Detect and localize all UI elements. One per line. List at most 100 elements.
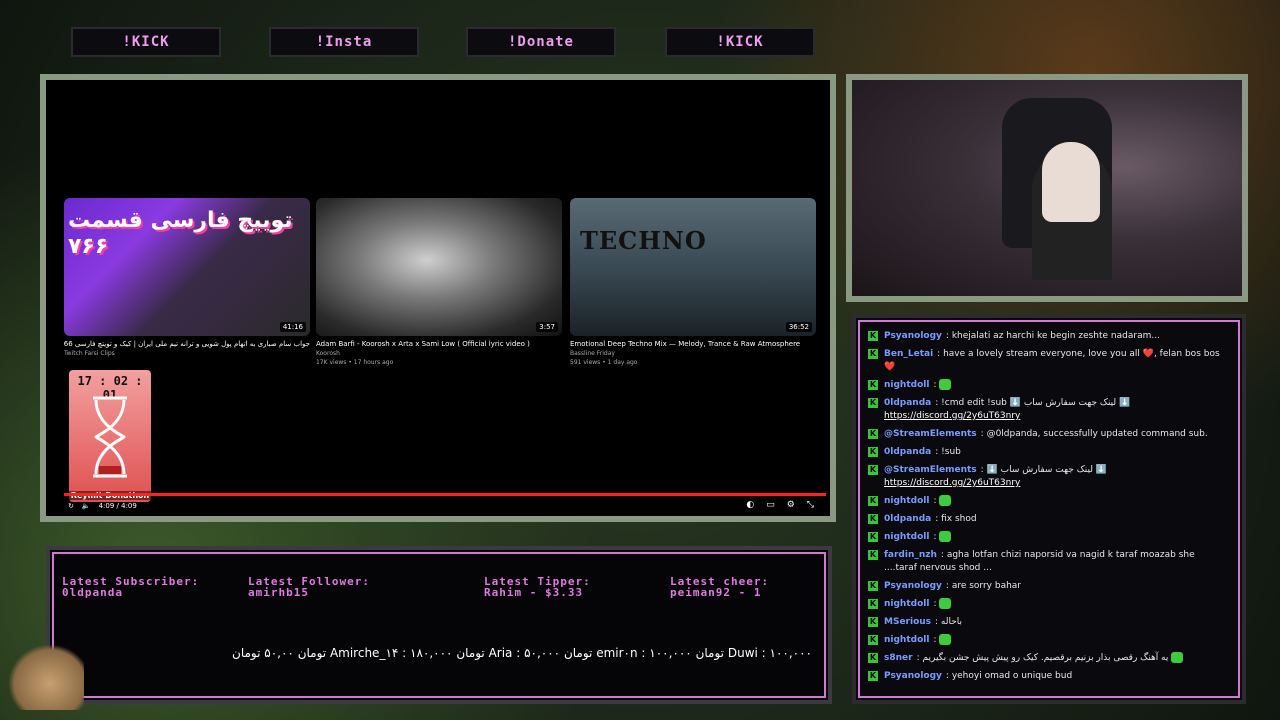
stream-info-panel: Latest Subscriber: 0ldpanda Latest Follo…: [46, 546, 832, 704]
kick-badge-icon: K: [868, 331, 878, 341]
chat-text: @0ldpanda, successfully updated command …: [986, 429, 1208, 439]
webcam-feed: [846, 74, 1248, 302]
chat-link[interactable]: https://discord.gg/2y6uT63nry: [884, 478, 1020, 488]
chat-message: Kfardin_nzh: agha lotfan chizi naporsid …: [868, 550, 1195, 573]
chat-username[interactable]: MSerious: [884, 617, 931, 627]
chat-message: K Psyanology: khejalati az harchi ke begi…: [868, 331, 1160, 341]
kick-badge-icon: K: [868, 617, 878, 627]
video-surface[interactable]: توییچ فارسی قسمت ۷۶۶ 41:16 جواب سام صبار…: [46, 80, 830, 516]
emote-icon: [939, 379, 952, 390]
chat-username[interactable]: nightdoll: [884, 635, 929, 645]
chat-username[interactable]: 0ldpanda: [884, 447, 931, 457]
donation-ticker: Duwi : ۱۰۰,۰۰۰ تومان emir۰n : ۱۰۰,۰۰۰ تو…: [232, 646, 812, 660]
player-controls-right: ◐ ▭ ⚙ ⤡: [746, 500, 814, 510]
chat-text: yehoyi omad o unique bud: [951, 671, 1073, 681]
recommended-video-2[interactable]: 3:57 Adam Barfi - Koorosh x Arta x Sami …: [316, 198, 562, 367]
kick-badge-icon: K: [868, 398, 878, 408]
video-title[interactable]: Adam Barfi - Koorosh x Arta x Sami Low (…: [316, 340, 562, 349]
kick-badge-icon: K: [868, 429, 878, 439]
hourglass-icon: [93, 396, 127, 478]
nav-kick-button[interactable]: !KICK: [71, 27, 221, 57]
chat-username[interactable]: nightdoll: [884, 496, 929, 506]
chat-username[interactable]: nightdoll: [884, 532, 929, 542]
chat-text: are sorry bahar: [951, 581, 1021, 591]
chat-panel: K Psyanology: khejalati az harchi ke begi…: [852, 314, 1246, 704]
chat-message: K @StreamElements: @0ldpanda, successfull…: [868, 429, 1208, 439]
replay-icon[interactable]: ↻: [68, 502, 74, 510]
chat-text: یه آهنگ رقصی بذار بزنیم برقصیم. کیک رو پ…: [922, 653, 1169, 663]
kick-badge-icon: K: [868, 653, 878, 663]
emote-icon: [1171, 652, 1184, 663]
kick-badge-icon: K: [868, 496, 878, 506]
emote-icon: [939, 531, 952, 542]
kick-badge-icon: K: [868, 380, 878, 390]
thumbnail-overlay-text: TECHNO: [580, 226, 707, 255]
time-display: 4:09 / 4:09: [98, 502, 137, 510]
video-channel: Twitch Farsi Clips: [64, 350, 115, 357]
chat-username[interactable]: nightdoll: [884, 599, 929, 609]
kick-badge-icon: K: [868, 635, 878, 645]
latest-tipper: Latest Tipper: Rahim - $3.33: [484, 575, 591, 599]
latest-subscriber: Latest Subscriber: 0ldpanda: [62, 575, 200, 599]
autoplay-toggle-icon[interactable]: ◐: [746, 500, 754, 510]
nav-kick-button-2[interactable]: !KICK: [665, 27, 815, 57]
chat-message: Knightdoll:: [868, 531, 1230, 544]
streamer-hair: [1042, 142, 1100, 222]
kick-badge-icon: K: [868, 465, 878, 475]
donathon-timer: 17 : 02 : 01 Reymit Donathon: [69, 370, 151, 502]
chat-message: K 0ldpanda: fix shod: [868, 514, 977, 524]
chat-username[interactable]: Psyanology: [884, 331, 942, 341]
chat-message: Knightdoll:: [868, 495, 1230, 508]
chat-username[interactable]: Psyanology: [884, 581, 942, 591]
chat-message: Knightdoll:: [868, 379, 1230, 392]
chat-text: fix shod: [941, 514, 977, 524]
video-meta: 591 views • 1 day ago: [570, 359, 638, 366]
volume-icon[interactable]: 🔈: [82, 502, 91, 510]
video-thumbnail[interactable]: 3:57: [316, 198, 562, 336]
chat-username[interactable]: nightdoll: [884, 380, 929, 390]
kick-badge-icon: K: [868, 349, 878, 359]
chat-message: Ks8ner: یه آهنگ رقصی بذار بزنیم برقصیم. …: [868, 652, 1230, 665]
settings-icon[interactable]: ⚙: [787, 500, 795, 510]
chat-link[interactable]: https://discord.gg/2y6uT63nry: [884, 411, 1020, 421]
recommended-video-3[interactable]: TECHNO 36:52 Emotional Deep Techno Mix —…: [570, 198, 816, 367]
video-duration: 3:57: [536, 322, 558, 332]
chat-username[interactable]: 0ldpanda: [884, 398, 931, 408]
chat-username[interactable]: s8ner: [884, 653, 913, 663]
video-thumbnail[interactable]: TECHNO 36:52: [570, 198, 816, 336]
cat-mascot: [8, 644, 84, 710]
captions-icon[interactable]: ▭: [766, 500, 775, 510]
video-duration: 36:52: [785, 322, 812, 332]
chat-text: have a lovely stream everyone, love you …: [884, 349, 1220, 372]
nav-donate-button[interactable]: !Donate: [466, 27, 616, 57]
chat-message: K MSerious: باحاله: [868, 617, 963, 627]
chat-text: ⬇️ لینک جهت سفارش ساب ⬇️: [986, 465, 1108, 475]
chat-message: K Psyanology: are sorry bahar: [868, 581, 1021, 591]
video-thumbnail[interactable]: توییچ فارسی قسمت ۷۶۶ 41:16: [64, 198, 310, 336]
chat-username[interactable]: fardin_nzh: [884, 550, 937, 560]
video-meta: 17K views • 17 hours ago: [316, 359, 394, 366]
chat-username[interactable]: 0ldpanda: [884, 514, 931, 524]
chat-username[interactable]: Ben_Letai: [884, 349, 933, 359]
chat-username[interactable]: @StreamElements: [884, 429, 977, 439]
video-player[interactable]: توییچ فارسی قسمت ۷۶۶ 41:16 جواب سام صبار…: [40, 74, 836, 522]
video-title[interactable]: Emotional Deep Techno Mix — Melody, Tran…: [570, 340, 816, 349]
latest-follower: Latest Follower: amirhb15: [248, 575, 370, 599]
video-duration: 41:16: [279, 322, 306, 332]
chat-username[interactable]: Psyanology: [884, 671, 942, 681]
chat-text: !cmd edit !sub ⬇️ لینک جهت سفارش ساب ⬇️: [941, 398, 1131, 408]
chat-username[interactable]: @StreamElements: [884, 465, 977, 475]
progress-bar[interactable]: [64, 493, 826, 496]
emote-icon: [939, 495, 952, 506]
thumbnail-overlay-text: توییچ فارسی قسمت ۷۶۶: [68, 208, 293, 259]
fullscreen-exit-icon[interactable]: ⤡: [807, 500, 814, 510]
recommended-video-1[interactable]: توییچ فارسی قسمت ۷۶۶ 41:16 جواب سام صبار…: [64, 198, 310, 358]
video-channel: Koorosh: [316, 350, 340, 357]
video-title[interactable]: جواب سام صباری به اتهام پول شویی و ترانه…: [64, 340, 310, 349]
latest-cheer: Latest cheer: peiman92 - 1: [670, 575, 770, 599]
emote-icon: [939, 634, 952, 645]
nav-insta-button[interactable]: !Insta: [269, 27, 419, 57]
kick-badge-icon: K: [868, 447, 878, 457]
chat-message: Knightdoll:: [868, 634, 1230, 647]
chat-text: باحاله: [940, 617, 963, 627]
